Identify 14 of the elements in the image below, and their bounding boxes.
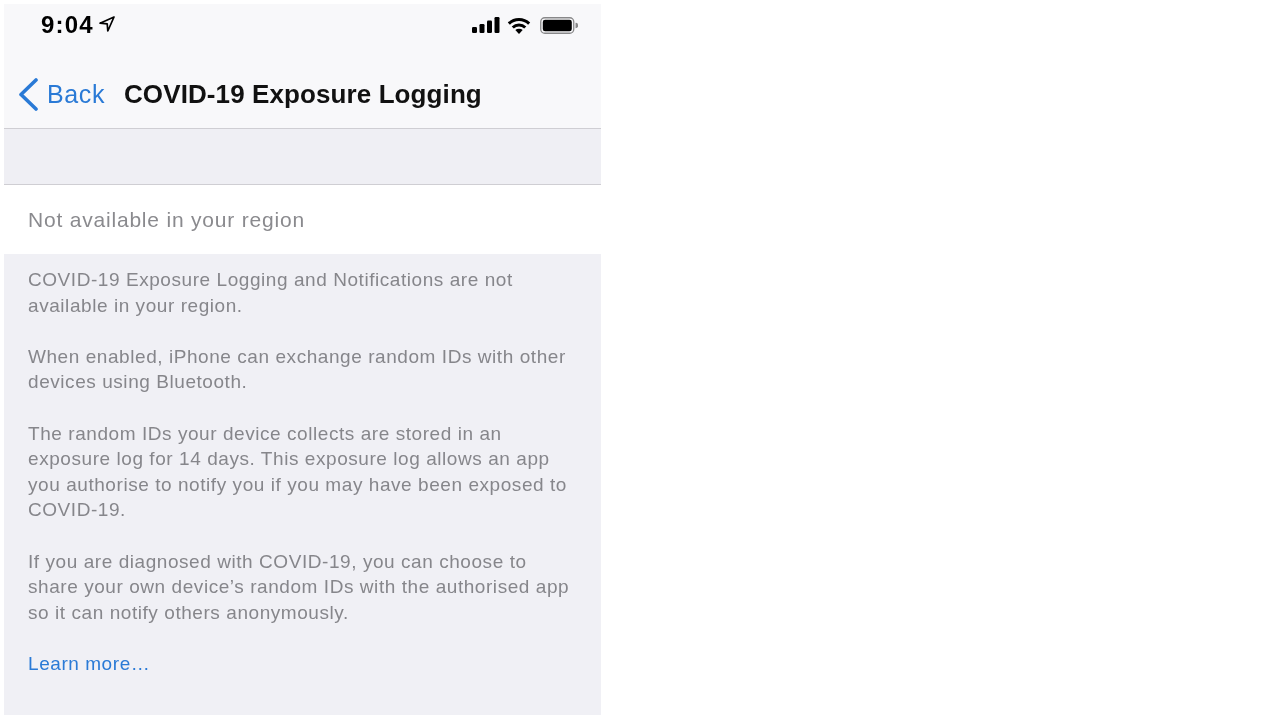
info-paragraph: COVID-19 Exposure Logging and Notifications are not available in your region. <box>28 268 514 318</box>
learn-more-link[interactable]: Learn more… <box>28 652 151 674</box>
chevron-left-icon <box>17 77 39 111</box>
wifi-icon <box>507 16 531 34</box>
info-paragraph: When enabled, iPhone can exchange random IDs with other devices using Bluetooth. <box>28 344 567 395</box>
clock-time: 9:04 <box>41 11 94 39</box>
info-paragraph: If you are diagnosed with COVID-19, you can choose to share your own device’s random IDs with the authorised app so it can notify others anonymously. <box>28 549 571 625</box>
signal-bars-icon <box>472 17 500 33</box>
info-paragraph: The random IDs your device collects are stored in an exposure log for 14 days. This exposure log allows an app you authorise to notify you if you may have been exposed to COVID-19. <box>28 421 568 523</box>
location-arrow-icon <box>98 16 115 32</box>
region-status-text: Not available in your region <box>28 207 305 232</box>
battery-icon <box>540 16 578 34</box>
back-button[interactable]: Back <box>17 77 105 111</box>
page-title: COVID-19 Exposure Logging <box>124 78 482 110</box>
